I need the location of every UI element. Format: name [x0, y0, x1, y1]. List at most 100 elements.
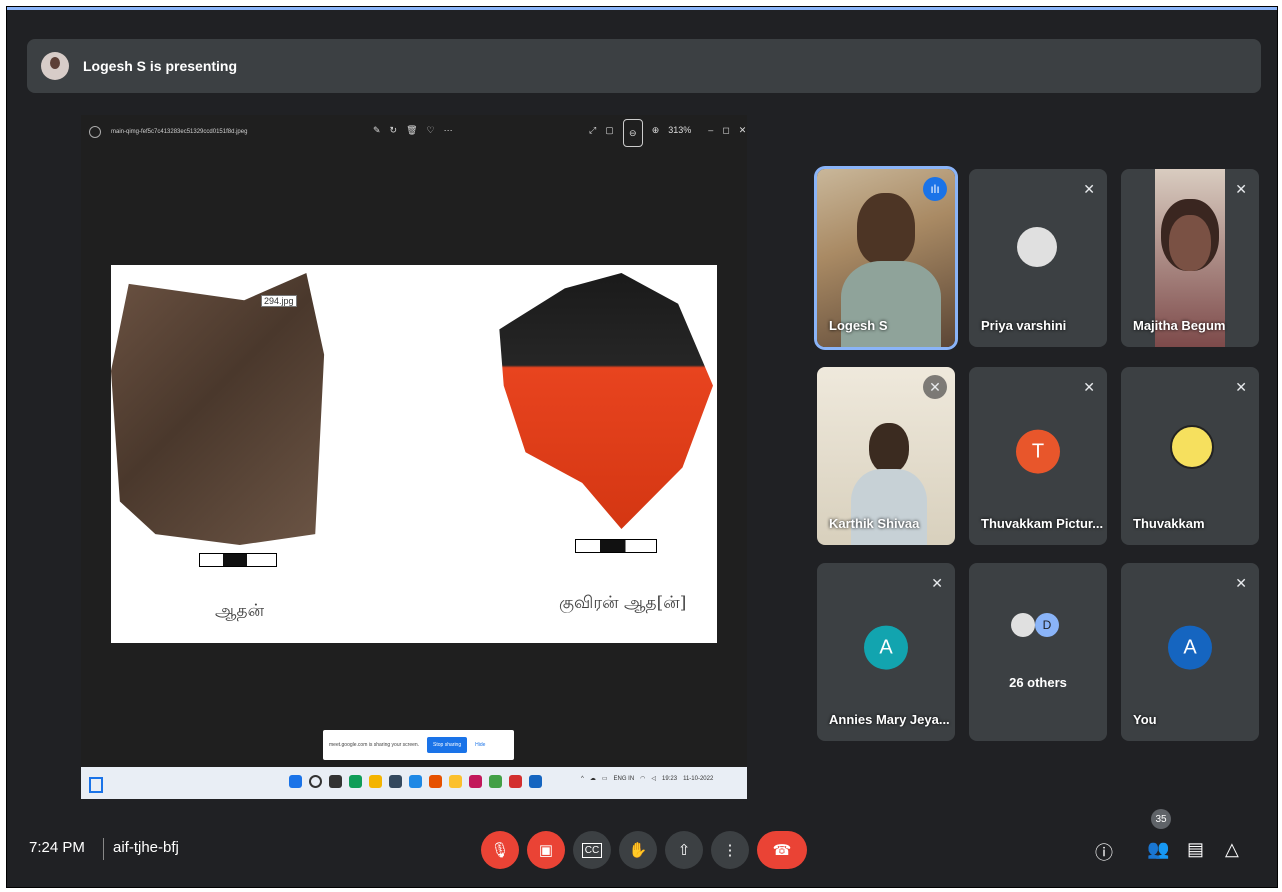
- potsherd-right: [499, 273, 713, 529]
- participant-tile-majitha[interactable]: ✕ Majitha Begum: [1121, 169, 1259, 347]
- more-vert-icon: ⋮: [722, 842, 738, 859]
- meeting-time: 7:24 PM: [29, 839, 85, 856]
- store-icon: [389, 775, 402, 788]
- present-icon: ⇧: [677, 842, 691, 859]
- mic-off-icon: ✕: [1083, 379, 1095, 395]
- search-icon: [309, 775, 322, 788]
- camera-off-icon: ▣: [538, 842, 554, 859]
- cloud-icon: ☁: [589, 776, 596, 782]
- raise-hand-button[interactable]: ✋: [619, 831, 657, 869]
- participant-count-badge: 35: [1151, 809, 1171, 829]
- participant-avatar: [1011, 613, 1035, 637]
- volume-icon: ◁: [651, 776, 657, 782]
- participant-tile-karthik[interactable]: ✕ Karthik Shivaa: [817, 367, 955, 545]
- mic-off-icon: ✕: [1235, 379, 1247, 395]
- others-count: 26 others: [1009, 675, 1067, 690]
- participant-tile-you[interactable]: A ✕ You: [1121, 563, 1259, 741]
- others-group: D 26 others: [969, 563, 1107, 741]
- tray-chevron-icon: ^: [581, 775, 584, 782]
- stop-sharing-button[interactable]: Stop sharing: [427, 737, 468, 753]
- presenter-avatar: [41, 52, 69, 80]
- shared-screen[interactable]: main-qimg-fef5c7c413283ec51329ccd0151f8d…: [81, 115, 747, 799]
- mail-icon: [409, 775, 422, 788]
- taskbar-date: 11-10-2022: [683, 775, 714, 782]
- participant-name: Logesh S: [829, 318, 888, 333]
- participant-name: Karthik Shivaa: [829, 516, 920, 531]
- battery-icon: ▭: [601, 776, 608, 782]
- activities-icon[interactable]: △: [1225, 839, 1239, 860]
- participant-name: Thuvakkam Pictur...: [981, 516, 1104, 531]
- video-feed: [869, 423, 909, 473]
- info-icon[interactable]: ⓘ: [1095, 839, 1113, 865]
- close-icon: ✕: [738, 125, 747, 135]
- participant-name: Thuvakkam: [1133, 516, 1205, 531]
- hide-button[interactable]: Hide: [475, 742, 485, 748]
- caption-right: குவிரன் ஆத[ன்]: [559, 593, 687, 613]
- mic-off-icon: 🎙: [490, 842, 510, 859]
- scale-bar-left: [199, 553, 277, 567]
- windows-taskbar: ^ ☁ ▭ ENG IN ◠ ◁ 19:23 11-10-2022: [81, 767, 747, 799]
- task-view-icon: [329, 775, 342, 788]
- participant-tile-annies[interactable]: A ✕ Annies Mary Jeya...: [817, 563, 955, 741]
- top-accent-line: [7, 7, 1277, 10]
- viewer-edit-tools: ✎ ↻ 🗑 ♡ ⋯: [373, 125, 453, 136]
- instagram-icon: [469, 775, 482, 788]
- start-icon: [289, 775, 302, 788]
- divider: [103, 838, 104, 860]
- screen-share-notice: meet.google.com is sharing your screen. …: [323, 730, 514, 760]
- video-feed-body: [851, 469, 927, 545]
- participant-name: You: [1133, 712, 1157, 727]
- fit-icon: ▢: [605, 125, 614, 135]
- explorer-icon: [369, 775, 382, 788]
- office-icon: [429, 775, 442, 788]
- tree-logo-icon: [1170, 425, 1214, 469]
- meet-window: Logesh S is presenting main-qimg-fef5c7c…: [6, 6, 1278, 888]
- meeting-controls-bar: 7:24 PM aif-tjhe-bfj 🎙 ▣ CC ✋ ⇧ ⋮ ☎ ⓘ 35…: [7, 809, 1277, 887]
- system-tray: ^ ☁ ▭ ENG IN ◠ ◁ 19:23 11-10-2022: [581, 775, 714, 783]
- participant-tile-thuvakkam-pictures[interactable]: T ✕ Thuvakkam Pictur...: [969, 367, 1107, 545]
- edit-icon: ✎: [373, 125, 381, 135]
- mic-off-icon: ✕: [1235, 575, 1247, 591]
- leave-call-button[interactable]: ☎: [757, 831, 807, 869]
- participant-name: Majitha Begum: [1133, 318, 1226, 333]
- present-button[interactable]: ⇧: [665, 831, 703, 869]
- mic-off-icon: ✕: [931, 575, 943, 591]
- photos-icon: [529, 775, 542, 788]
- widgets-icon: [89, 777, 103, 793]
- mic-off-icon: ✕: [1083, 181, 1095, 197]
- participant-initial-avatar: D: [1035, 613, 1059, 637]
- more-options-button[interactable]: ⋮: [711, 831, 749, 869]
- participant-tile-thuvakkam[interactable]: ✕ Thuvakkam: [1121, 367, 1259, 545]
- viewer-zoom-tools: ⤢ ▢ ⊖ ⊕ 313% – ◻ ✕: [589, 119, 747, 147]
- participant-tile-logesh[interactable]: ılı Logesh S: [817, 169, 955, 347]
- participant-tile-others[interactable]: D 26 others: [969, 563, 1107, 741]
- file-tag: 294.jpg: [261, 295, 297, 307]
- captions-button[interactable]: CC: [573, 831, 611, 869]
- zoom-out-icon: ⊖: [622, 119, 643, 147]
- video-feed-face: [1169, 215, 1211, 271]
- phone-hangup-icon: ☎: [772, 842, 792, 859]
- captions-icon: CC: [581, 842, 603, 858]
- video-feed: [857, 193, 915, 265]
- participant-initial-avatar: T: [1016, 429, 1060, 474]
- camera-toggle-button[interactable]: ▣: [527, 831, 565, 869]
- shared-photo: 294.jpg ஆதன் குவிரன் ஆத[ன்]: [111, 265, 717, 643]
- image-viewer-toolbar: main-qimg-fef5c7c413283ec51329ccd0151f8d…: [81, 115, 747, 149]
- mic-toggle-button[interactable]: 🎙: [481, 831, 519, 869]
- minimize-icon: –: [708, 125, 714, 135]
- shield-icon: [89, 126, 101, 138]
- favorite-icon: ♡: [426, 125, 435, 135]
- people-icon[interactable]: 👥: [1147, 839, 1169, 860]
- pdf-icon: [509, 775, 522, 788]
- chrome-icon: [349, 775, 362, 788]
- share-notice-text: meet.google.com is sharing your screen.: [329, 742, 420, 748]
- expand-icon: ⤢: [589, 125, 597, 135]
- viewer-filename: main-qimg-fef5c7c413283ec51329ccd0151f8d…: [111, 129, 248, 135]
- caption-left: ஆதன்: [215, 601, 265, 621]
- participant-tile-priya[interactable]: ✕ Priya varshini: [969, 169, 1107, 347]
- maps-icon: [489, 775, 502, 788]
- video-feed-body: [841, 261, 941, 347]
- participant-initial-avatar: A: [1168, 625, 1212, 670]
- rotate-icon: ↻: [389, 125, 398, 135]
- chat-icon[interactable]: ▤: [1187, 839, 1204, 860]
